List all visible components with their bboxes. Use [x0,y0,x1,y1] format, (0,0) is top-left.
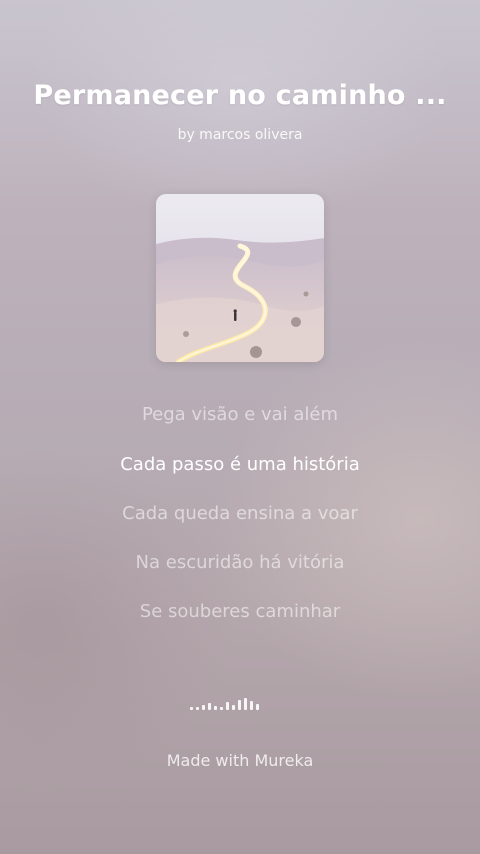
lyric-line: Se souberes caminhar [139,601,341,622]
footer-credit: Made with Mureka [166,751,314,770]
lyric-line: Na escuridão há vitória [135,552,345,573]
album-cover [156,194,324,362]
lyric-line: Cada queda ensina a voar [122,503,358,524]
lyric-line-active: Cada passo é uma história [120,454,360,475]
audio-waveform-icon [190,690,290,710]
song-title: Permanecer no caminho ... [33,80,447,111]
album-cover-image [156,194,324,362]
artist-name: by marcos olivera [177,127,303,143]
lyric-line: Pega visão e vai além [141,404,339,425]
